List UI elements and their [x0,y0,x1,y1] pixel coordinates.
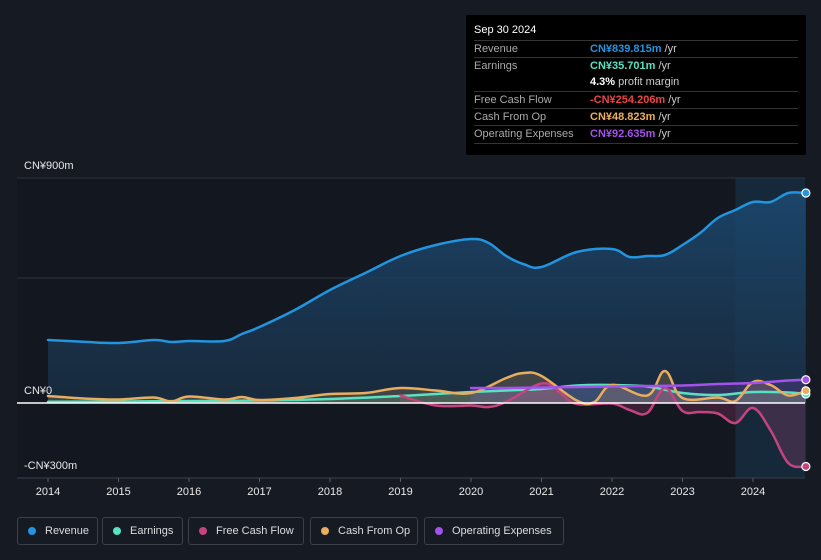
legend-item-earnings[interactable]: Earnings [102,517,183,545]
endpoint-marker-cash-from-op[interactable] [801,386,811,396]
x-tick-label-2018: 2018 [318,486,342,498]
data-tooltip: Sep 30 2024 Revenue CN¥839.815m /yr Earn… [466,15,806,155]
tooltip-date: Sep 30 2024 [474,24,537,36]
tooltip-label: Free Cash Flow [474,94,552,106]
legend-label: Cash From Op [338,525,411,537]
tooltip-label: Operating Expenses [474,128,574,140]
x-tick-label-2020: 2020 [459,486,483,498]
legend-item-free-cash-flow[interactable]: Free Cash Flow [188,517,304,545]
legend-dot-icon [199,527,207,535]
tooltip-row-earnings: Earnings CN¥35.701m /yr [474,57,798,75]
tooltip-label: Cash From Op [474,111,547,123]
tooltip-row-cash-from-op: Cash From Op CN¥48.823m /yr [474,108,798,126]
x-tick-label-2024: 2024 [741,486,765,498]
x-tick-label-2019: 2019 [388,486,412,498]
legend-dot-icon [321,527,329,535]
legend-item-revenue[interactable]: Revenue [17,517,98,545]
x-tick-label-2022: 2022 [600,486,624,498]
tooltip-row-profit-margin: 4.3% profit margin [474,74,798,91]
tooltip-label: Earnings [474,60,518,72]
x-tick-label-2016: 2016 [177,486,201,498]
legend-item-cash-from-op[interactable]: Cash From Op [310,517,418,545]
tooltip-value: CN¥839.815m /yr [590,43,677,55]
endpoint-marker-operating-expenses[interactable] [801,375,811,385]
legend-label: Revenue [45,525,90,537]
x-tick-label-2015: 2015 [106,486,130,498]
y-tick-label-0: CN¥0 [24,385,53,397]
legend-item-operating-expenses[interactable]: Operating Expenses [424,517,564,545]
tooltip-row-free-cash-flow: Free Cash Flow -CN¥254.206m /yr [474,91,798,109]
tooltip-value: CN¥35.701m /yr [590,60,671,72]
x-tick-label-2021: 2021 [529,486,553,498]
x-tick-label-2017: 2017 [247,486,271,498]
tooltip-value: 4.3% profit margin [590,76,680,88]
legend-label: Free Cash Flow [216,525,294,537]
legend-label: Earnings [130,525,174,537]
x-tick-label-2023: 2023 [670,486,694,498]
legend-dot-icon [113,527,121,535]
tooltip-value: CN¥48.823m /yr [590,111,671,123]
x-tick-label-2014: 2014 [36,486,60,498]
y-tick-label-900: CN¥900m [24,160,74,172]
endpoint-marker-free-cash-flow[interactable] [801,461,811,472]
tooltip-label: Revenue [474,43,519,55]
tooltip-row-revenue: Revenue CN¥839.815m /yr [474,40,798,58]
endpoint-marker-revenue[interactable] [801,188,811,198]
legend-label: Operating Expenses [452,525,552,537]
tooltip-value: CN¥92.635m /yr [590,128,671,140]
legend-dot-icon [28,527,36,535]
y-tick-label-neg300: -CN¥300m [24,460,78,472]
tooltip-row-operating-expenses: Operating Expenses CN¥92.635m /yr [474,125,798,144]
legend-dot-icon [435,527,443,535]
tooltip-value: -CN¥254.206m /yr [590,94,681,106]
